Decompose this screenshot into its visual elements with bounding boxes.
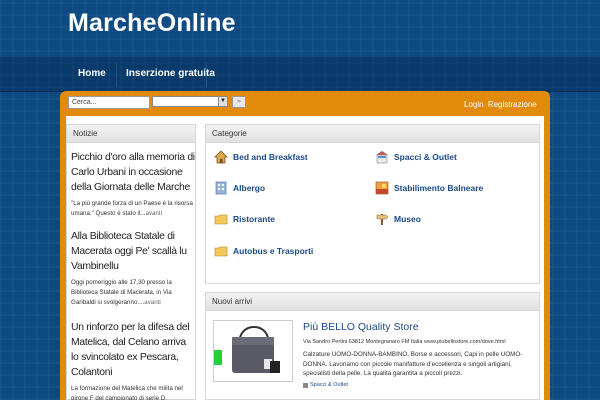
site-title[interactable]: MarcheOnline (68, 9, 236, 38)
news-item: Alla Biblioteca Statale di Macerata oggi… (71, 229, 195, 308)
news-excerpt: Oggi pomeriggio alle 17,30 presso la Bib… (71, 279, 172, 306)
nav-divider (206, 63, 207, 87)
news-item: Un rinforzo per la difesa del Matelica, … (71, 320, 195, 400)
news-excerpt: "La più grande forza di un Paese è la ri… (71, 200, 193, 217)
new-arrivals-heading: Nuovi arrivi (206, 293, 539, 311)
news-excerpt: La formazione del Matelica che milita ne… (71, 385, 183, 400)
categories-heading: Categorie (206, 125, 539, 143)
product-image[interactable] (213, 320, 293, 382)
chevron-down-icon[interactable]: ▼ (218, 97, 227, 106)
account-links: Login Registrazione (464, 100, 539, 109)
category-stabilimento-balneare[interactable]: Stabilimento Balneare (375, 181, 483, 195)
handbag-image (214, 325, 280, 373)
product-title-link[interactable]: Più BELLO Quality Store (303, 321, 419, 333)
register-link[interactable]: Registrazione (488, 100, 537, 109)
category-autobus-trasporti[interactable]: Autobus e Trasporti (214, 244, 313, 258)
category-square-icon (303, 382, 308, 388)
category-spacci-outlet[interactable]: Spacci & Outlet (375, 150, 457, 164)
search-button[interactable]: » (232, 96, 246, 108)
category-albergo[interactable]: Albergo (214, 181, 265, 195)
category-museo[interactable]: Museo (375, 212, 421, 226)
news-title-link[interactable]: Picchio d'oro alla memoria di Carlo Urba… (71, 150, 195, 195)
product-category-link[interactable]: Spacci & Outlet (303, 382, 348, 388)
signpost-icon (376, 214, 389, 225)
product-address: Via Sandro Pertini 63812 Montegranaro FM… (303, 339, 506, 345)
site-header: MarcheOnline Home Inserzione gratuita (0, 0, 600, 100)
beach-icon (375, 181, 389, 195)
main-navigation: Home Inserzione gratuita (0, 56, 600, 92)
read-more-link[interactable]: avanti (145, 210, 162, 217)
news-title-link[interactable]: Alla Biblioteca Statale di Macerata oggi… (71, 229, 195, 274)
news-item: Picchio d'oro alla memoria di Carlo Urba… (71, 150, 195, 219)
nav-item-home[interactable]: Home (68, 57, 116, 93)
category-bed-and-breakfast[interactable]: Bed and Breakfast (214, 150, 308, 164)
news-heading: Notizie (67, 125, 195, 143)
login-link[interactable]: Login (464, 100, 484, 109)
nav-item-inserzione-gratuita[interactable]: Inserzione gratuita (116, 57, 225, 93)
search-category-select[interactable]: ▼ (152, 96, 228, 107)
categories-box: Categorie (205, 124, 540, 284)
hotel-icon (215, 181, 227, 195)
house-icon (214, 150, 228, 164)
product-description: Calzature UOMO-DONNA-BAMBINO, Borse e ac… (303, 351, 523, 377)
folder-icon (214, 214, 228, 225)
folder-icon (214, 246, 228, 257)
news-title-link[interactable]: Un rinforzo per la difesa del Matelica, … (71, 320, 195, 380)
shop-icon (376, 151, 388, 164)
category-ristorante[interactable]: Ristorante (214, 212, 275, 226)
read-more-link[interactable]: avanti (144, 299, 161, 306)
search-input[interactable] (68, 96, 150, 109)
